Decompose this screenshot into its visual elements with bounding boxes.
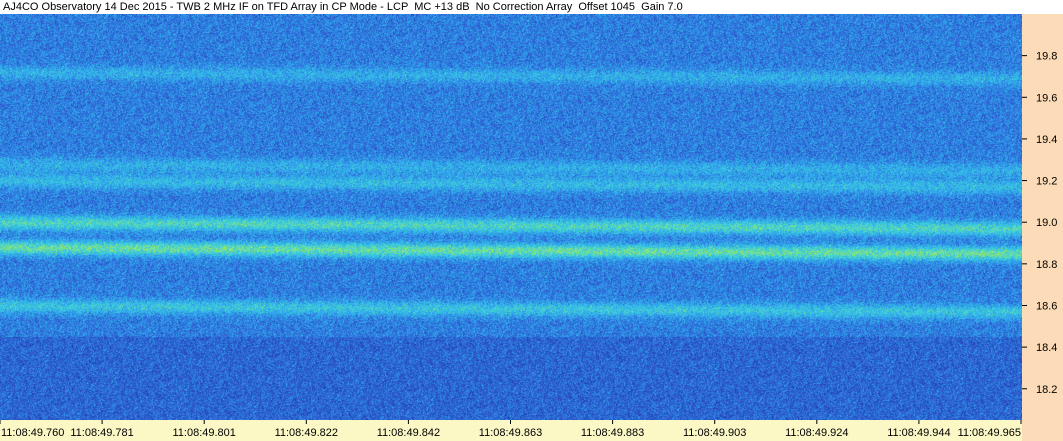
y-tick-label: 19.8 [1036,51,1057,63]
y-tick-label: 19.4 [1036,134,1057,146]
x-tick-label: 11:08:49.822 [275,427,338,439]
x-tick-label: 11:08:49.801 [172,427,235,439]
y-tick-label: 18.2 [1036,384,1057,396]
y-tick-label: 19.2 [1036,176,1057,188]
y-tick-label: 18.8 [1036,259,1057,271]
time-axis: 11:08:49.760 11:08:49.781 11:08:49.801 11:0… [0,420,1022,441]
x-tick-label: 11:08:49.883 [581,427,644,439]
x-tick-label: 11:08:49.760 [1,427,64,439]
chart-title: AJ4CO Observatory 14 Dec 2015 - TWB 2 MH… [3,1,683,13]
y-tick-label: 19.0 [1036,217,1057,229]
x-tick-label: 11:08:49.903 [683,427,746,439]
x-tick-label: 11:08:49.781 [70,427,133,439]
spectrogram-canvas [0,14,1022,420]
x-tick-label: 11:08:49.965 [958,427,1021,439]
frequency-axis: 19.8 19.6 19.4 19.2 19.0 18.8 18.6 18.4 18.2 [1022,14,1063,441]
y-tick-label: 19.6 [1036,92,1057,104]
y-tick-label: 18.6 [1036,300,1057,312]
y-tick-label: 18.4 [1036,342,1057,354]
time-axis-svg: 11:08:49.760 11:08:49.781 11:08:49.801 11:0… [0,420,1022,439]
x-tick-label: 11:08:49.842 [377,427,440,439]
spectrogram-plot [0,14,1022,420]
x-tick-label: 11:08:49.924 [785,427,848,439]
x-tick-label: 11:08:49.863 [479,427,542,439]
x-tick-label: 11:08:49.944 [887,427,950,439]
frequency-axis-svg: 19.8 19.6 19.4 19.2 19.0 18.8 18.6 18.4 18.2 [1022,51,1057,396]
